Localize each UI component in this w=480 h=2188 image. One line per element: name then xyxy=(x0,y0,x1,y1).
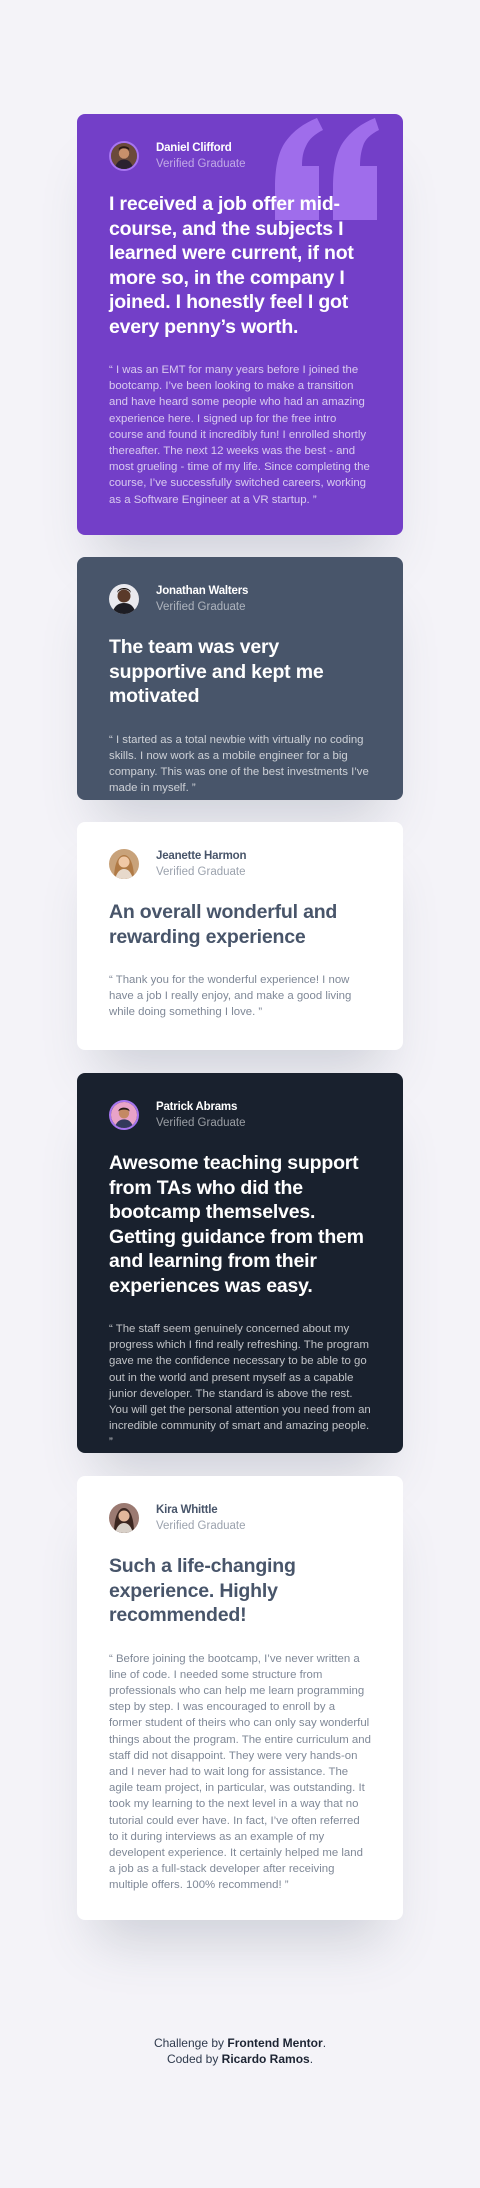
avatar xyxy=(109,849,139,879)
challenge-suffix: . xyxy=(322,2036,327,2050)
avatar xyxy=(109,1100,139,1130)
testimonial-header: Daniel Clifford Verified Graduate xyxy=(109,139,371,173)
testimonial-card-jeanette: Jeanette Harmon Verified Graduate An ove… xyxy=(77,822,403,1050)
verified-badge: Verified Graduate xyxy=(156,1117,246,1129)
author-name: Jonathan Walters xyxy=(156,585,249,597)
testimonial-title: An overall wonderful and rewarding exper… xyxy=(109,901,338,948)
testimonial-title: The team was very supportive and kept me… xyxy=(109,636,324,707)
coded-prefix: Coded by xyxy=(166,2052,219,2066)
testimonial-card-daniel: Daniel Clifford Verified Graduate I rece… xyxy=(77,114,403,535)
testimonial-body: “ I was an EMT for many years before I j… xyxy=(109,364,370,506)
coded-by-line: Coded by Ricardo Ramos. xyxy=(0,2051,480,2067)
testimonial-card-jonathan: Jonathan Walters Verified Graduate The t… xyxy=(77,557,403,800)
testimonial-card-kira: Kira Whittle Verified Graduate Such a li… xyxy=(77,1476,403,1920)
testimonial-header: Jonathan Walters Verified Graduate xyxy=(109,582,371,616)
challenge-prefix: Challenge by xyxy=(153,2036,225,2050)
attribution-footer: Challenge by Frontend Mentor. Coded by R… xyxy=(0,2035,480,2067)
testimonial-body: “ I started as a total newbie with virtu… xyxy=(109,733,369,795)
avatar xyxy=(109,584,139,614)
verified-badge: Verified Graduate xyxy=(156,158,246,170)
avatar xyxy=(109,141,139,171)
author-name: Patrick Abrams xyxy=(156,1101,238,1113)
testimonial-body: “ The staff seem genuinely concerned abo… xyxy=(109,1323,371,1449)
verified-badge: Verified Graduate xyxy=(156,601,246,613)
author-name: Jeanette Harmon xyxy=(156,850,247,862)
verified-badge: Verified Graduate xyxy=(156,1520,246,1532)
testimonial-title: I received a job offer mid-course, and t… xyxy=(109,193,354,338)
challenge-line: Challenge by Frontend Mentor. xyxy=(0,2035,480,2051)
testimonial-body: “ Before joining the bootcamp, I’ve neve… xyxy=(109,1652,371,1892)
author-name: Daniel Clifford xyxy=(156,142,232,154)
frontend-mentor-link[interactable]: Frontend Mentor xyxy=(227,2036,322,2050)
testimonial-card-patrick: Patrick Abrams Verified Graduate Awesome… xyxy=(77,1073,403,1453)
avatar xyxy=(109,1503,139,1533)
author-link[interactable]: Ricardo Ramos xyxy=(222,2052,310,2066)
testimonial-header: Jeanette Harmon Verified Graduate xyxy=(109,847,371,881)
author-name: Kira Whittle xyxy=(156,1504,218,1516)
coded-suffix: . xyxy=(309,2052,314,2066)
testimonial-body: “ Thank you for the wonderful experience… xyxy=(109,974,352,1019)
verified-badge: Verified Graduate xyxy=(156,866,246,878)
testimonial-title: Such a life-changing experience. Highly … xyxy=(109,1555,296,1626)
testimonial-header: Kira Whittle Verified Graduate xyxy=(109,1501,371,1535)
testimonial-title: Awesome teaching support from TAs who di… xyxy=(109,1152,364,1297)
testimonial-header: Patrick Abrams Verified Graduate xyxy=(109,1098,371,1132)
